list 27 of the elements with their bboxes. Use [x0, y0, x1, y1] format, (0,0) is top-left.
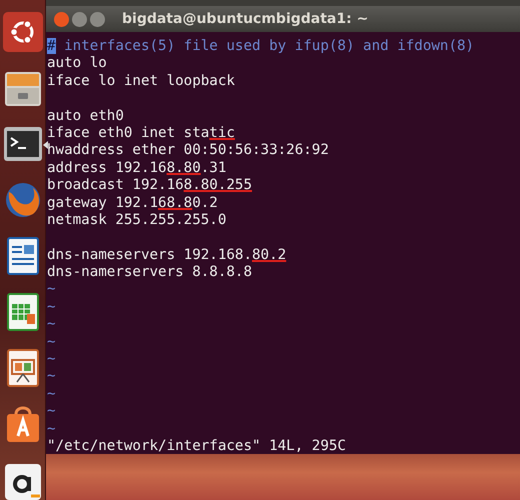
empty-line-marker: ~ [47, 281, 56, 298]
empty-line-marker: ~ [47, 298, 56, 315]
comment-line: # interfaces(5) file used by ifup(8) and ifdown(8) [47, 38, 474, 54]
close-button[interactable] [54, 12, 69, 26]
code-line: dns-nameservers 192.168.80.2 [47, 246, 286, 263]
code-line: hwaddress ether 00:50:56:33:26:92 [47, 142, 329, 158]
code-line: auto lo [47, 55, 107, 72]
empty-line-marker: ~ [47, 403, 56, 420]
empty-line-marker: ~ [47, 334, 56, 350]
code-line: netmask 255.255.255.0 [47, 212, 226, 228]
empty-line-marker: ~ [47, 420, 56, 437]
window-title: bigdata@ubuntucmbigdata1: ~ [122, 10, 368, 28]
code-line: address 192.168.80.31 [47, 160, 226, 176]
code-line: gateway 192.168.80.2 [47, 194, 218, 211]
maximize-button[interactable] [90, 12, 105, 26]
empty-line-marker: ~ [47, 316, 56, 332]
code-line: auto eth0 [47, 108, 124, 124]
code-line: iface eth0 inet static [47, 124, 235, 141]
empty-line-marker: ~ [47, 368, 56, 384]
code-line: dns-namerservers 8.8.8.8 [47, 264, 252, 280]
code-line: iface lo inet loopback [47, 72, 235, 89]
empty-line-marker: ~ [47, 351, 56, 368]
code-line: broadcast 192.168.80.255 [47, 177, 252, 194]
minimize-button[interactable] [72, 12, 87, 26]
ubuntu-logo-icon[interactable] [2, 12, 42, 52]
empty-line-marker: ~ [47, 386, 56, 402]
status-message: "/etc/network/interfaces" 14L, 295C [47, 438, 346, 454]
